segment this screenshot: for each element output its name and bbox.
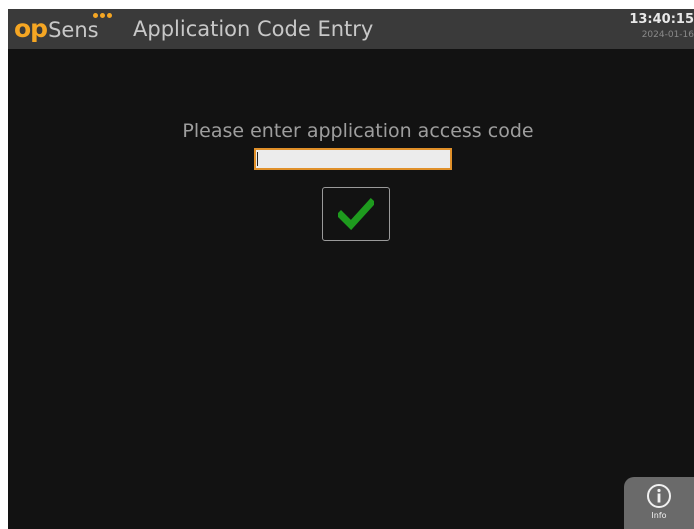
text-cursor [257,152,258,166]
info-label: Info [651,511,667,520]
checkmark-icon [338,198,374,230]
page-title: Application Code Entry [133,17,374,41]
device-screen: op Sens Application Code Entry 13:40:15 … [8,9,694,529]
access-code-prompt: Please enter application access code [182,120,534,142]
info-icon [647,484,671,508]
header-bar: op Sens Application Code Entry 13:40:15 … [8,9,694,49]
logo-dots-icon [93,13,113,19]
opsens-logo: op Sens [14,13,99,45]
clock-date: 2024-01-16 [641,30,694,40]
clock: 13:40:15 2024-01-16 [624,12,694,42]
info-button[interactable]: Info [624,477,694,529]
access-code-input[interactable] [254,148,452,170]
logo-primary-text: op [14,14,48,43]
confirm-button[interactable] [322,187,390,241]
logo-secondary-text: Sens [48,18,99,42]
clock-time: 13:40:15 [629,12,694,27]
